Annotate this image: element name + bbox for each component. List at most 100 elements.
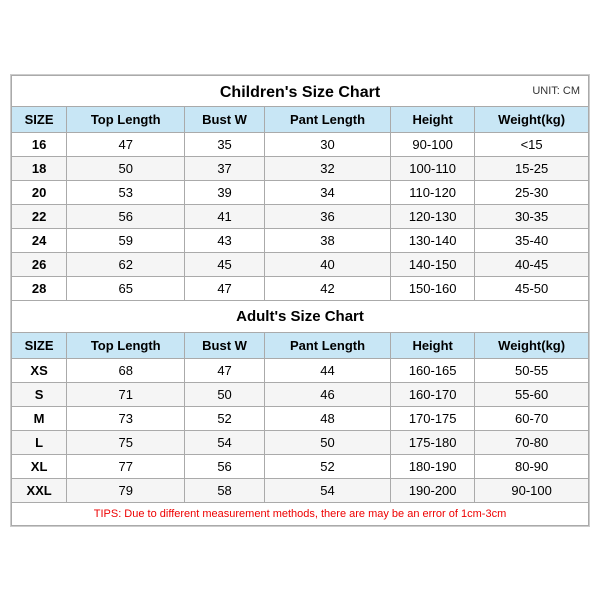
adults-header-cell: Top Length xyxy=(67,332,185,358)
data-cell: 35 xyxy=(185,132,265,156)
data-cell: 38 xyxy=(264,228,390,252)
size-cell: 18 xyxy=(12,156,67,180)
children-header-cell: SIZE xyxy=(12,106,67,132)
data-cell: 73 xyxy=(67,406,185,430)
data-cell: 47 xyxy=(67,132,185,156)
data-cell: 36 xyxy=(264,204,390,228)
adults-header-cell: Height xyxy=(391,332,475,358)
children-header-cell: Pant Length xyxy=(264,106,390,132)
children-header-cell: Bust W xyxy=(185,106,265,132)
data-cell: 42 xyxy=(264,276,390,300)
adults-header-cell: SIZE xyxy=(12,332,67,358)
table-row: M735248170-17560-70 xyxy=(12,406,589,430)
data-cell: 39 xyxy=(185,180,265,204)
table-row: 18503732100-11015-25 xyxy=(12,156,589,180)
size-cell: 22 xyxy=(12,204,67,228)
data-cell: 77 xyxy=(67,454,185,478)
data-cell: 50-55 xyxy=(475,358,589,382)
data-cell: 56 xyxy=(185,454,265,478)
data-cell: 160-170 xyxy=(391,382,475,406)
data-cell: 190-200 xyxy=(391,478,475,502)
data-cell: 90-100 xyxy=(391,132,475,156)
data-cell: <15 xyxy=(475,132,589,156)
size-cell: 28 xyxy=(12,276,67,300)
size-cell: XL xyxy=(12,454,67,478)
data-cell: 47 xyxy=(185,358,265,382)
data-cell: 58 xyxy=(185,478,265,502)
data-cell: 37 xyxy=(185,156,265,180)
size-cell: 16 xyxy=(12,132,67,156)
data-cell: 54 xyxy=(185,430,265,454)
data-cell: 170-175 xyxy=(391,406,475,430)
data-cell: 30-35 xyxy=(475,204,589,228)
table-row: XL775652180-19080-90 xyxy=(12,454,589,478)
data-cell: 80-90 xyxy=(475,454,589,478)
data-cell: 62 xyxy=(67,252,185,276)
data-cell: 41 xyxy=(185,204,265,228)
table-row: S715046160-17055-60 xyxy=(12,382,589,406)
data-cell: 50 xyxy=(185,382,265,406)
size-cell: 24 xyxy=(12,228,67,252)
size-cell: 26 xyxy=(12,252,67,276)
adults-header-cell: Pant Length xyxy=(264,332,390,358)
data-cell: 54 xyxy=(264,478,390,502)
data-cell: 40-45 xyxy=(475,252,589,276)
data-cell: 30 xyxy=(264,132,390,156)
data-cell: 70-80 xyxy=(475,430,589,454)
data-cell: 43 xyxy=(185,228,265,252)
table-row: 20533934110-12025-30 xyxy=(12,180,589,204)
size-cell: S xyxy=(12,382,67,406)
data-cell: 34 xyxy=(264,180,390,204)
data-cell: 48 xyxy=(264,406,390,430)
size-cell: XS xyxy=(12,358,67,382)
table-row: 22564136120-13030-35 xyxy=(12,204,589,228)
table-row: XS684744160-16550-55 xyxy=(12,358,589,382)
data-cell: 79 xyxy=(67,478,185,502)
data-cell: 56 xyxy=(67,204,185,228)
data-cell: 71 xyxy=(67,382,185,406)
data-cell: 50 xyxy=(67,156,185,180)
data-cell: 46 xyxy=(264,382,390,406)
table-row: L755450175-18070-80 xyxy=(12,430,589,454)
data-cell: 35-40 xyxy=(475,228,589,252)
data-cell: 120-130 xyxy=(391,204,475,228)
data-cell: 68 xyxy=(67,358,185,382)
data-cell: 90-100 xyxy=(475,478,589,502)
data-cell: 45-50 xyxy=(475,276,589,300)
children-header-cell: Top Length xyxy=(67,106,185,132)
unit-label: UNIT: CM xyxy=(532,85,580,97)
children-header-cell: Height xyxy=(391,106,475,132)
data-cell: 53 xyxy=(67,180,185,204)
data-cell: 65 xyxy=(67,276,185,300)
children-header-cell: Weight(kg) xyxy=(475,106,589,132)
data-cell: 47 xyxy=(185,276,265,300)
data-cell: 45 xyxy=(185,252,265,276)
data-cell: 52 xyxy=(264,454,390,478)
size-cell: M xyxy=(12,406,67,430)
children-title: Children's Size Chart xyxy=(220,84,380,101)
data-cell: 175-180 xyxy=(391,430,475,454)
tips-text: TIPS: Due to different measurement metho… xyxy=(12,502,589,525)
data-cell: 32 xyxy=(264,156,390,180)
data-cell: 180-190 xyxy=(391,454,475,478)
size-chart-container: Children's Size Chart UNIT: CM SIZETop L… xyxy=(10,74,590,527)
table-row: 24594338130-14035-40 xyxy=(12,228,589,252)
data-cell: 59 xyxy=(67,228,185,252)
table-row: XXL795854190-20090-100 xyxy=(12,478,589,502)
adults-title: Adult's Size Chart xyxy=(12,300,589,332)
data-cell: 15-25 xyxy=(475,156,589,180)
data-cell: 130-140 xyxy=(391,228,475,252)
adults-header-cell: Weight(kg) xyxy=(475,332,589,358)
table-row: 26624540140-15040-45 xyxy=(12,252,589,276)
data-cell: 60-70 xyxy=(475,406,589,430)
size-cell: XXL xyxy=(12,478,67,502)
data-cell: 75 xyxy=(67,430,185,454)
data-cell: 40 xyxy=(264,252,390,276)
table-row: 1647353090-100<15 xyxy=(12,132,589,156)
data-cell: 25-30 xyxy=(475,180,589,204)
data-cell: 150-160 xyxy=(391,276,475,300)
data-cell: 44 xyxy=(264,358,390,382)
table-row: 28654742150-16045-50 xyxy=(12,276,589,300)
data-cell: 110-120 xyxy=(391,180,475,204)
data-cell: 100-110 xyxy=(391,156,475,180)
